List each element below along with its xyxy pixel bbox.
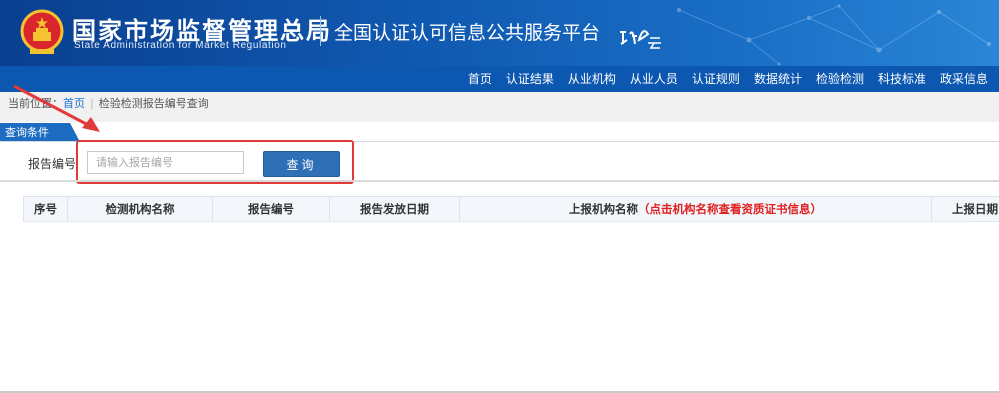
- column-header-report-date: 上报日期: [931, 196, 999, 222]
- header-divider: [320, 16, 321, 46]
- breadcrumb-prefix: 当前位置：: [8, 97, 63, 110]
- network-decoration-graphic: [677, 4, 991, 66]
- column-header-report-number: 报告编号: [212, 196, 330, 222]
- report-number-input[interactable]: [87, 151, 244, 174]
- nav-item-home[interactable]: 首页: [461, 66, 499, 92]
- results-table: 序号 检测机构名称 报告编号 报告发放日期 上报机构名称（点击机构名称查看资质证…: [23, 196, 999, 222]
- nav-item-standards[interactable]: 科技标准: [871, 66, 933, 92]
- nav-item-institutions[interactable]: 从业机构: [561, 66, 623, 92]
- platform-title: 全国认证认可信息公共服务平台: [334, 22, 601, 44]
- column-header-lab-name: 检测机构名称: [67, 196, 213, 222]
- org-name-english: State Administration for Market Regulati…: [74, 40, 287, 51]
- nav-item-procurement[interactable]: 政采信息: [933, 66, 995, 92]
- column-header-serial: 序号: [23, 196, 68, 222]
- table-bottom-border: [23, 221, 975, 222]
- site-header: 国家市场监督管理总局 State Administration for Mark…: [0, 0, 999, 66]
- reporting-org-label: 上报机构名称: [569, 202, 638, 216]
- report-number-label: 报告编号: [28, 157, 77, 171]
- renzheng-logo-icon: [620, 30, 661, 49]
- table-header-row: 序号 检测机构名称 报告编号 报告发放日期 上报机构名称（点击机构名称查看资质证…: [23, 196, 999, 222]
- breadcrumb: 当前位置：首页 | 检验检测报告编号查询: [0, 92, 999, 122]
- nav-item-cert-results[interactable]: 认证结果: [499, 66, 561, 92]
- column-header-issue-date: 报告发放日期: [329, 196, 460, 222]
- nav-item-inspection[interactable]: 检验检测: [809, 66, 871, 92]
- breadcrumb-home-link[interactable]: 首页: [63, 97, 85, 110]
- section-divider: [0, 180, 999, 182]
- column-header-reporting-org: 上报机构名称（点击机构名称查看资质证书信息）: [459, 196, 932, 222]
- nav-item-personnel[interactable]: 从业人员: [623, 66, 685, 92]
- nav-item-cert-rules[interactable]: 认证规则: [685, 66, 747, 92]
- nav-item-statistics[interactable]: 数据统计: [747, 66, 809, 92]
- breadcrumb-current: 检验检测报告编号查询: [98, 97, 209, 110]
- main-nav: 首页 认证结果 从业机构 从业人员 认证规则 数据统计 检验检测 科技标准 政采…: [0, 66, 999, 92]
- breadcrumb-separator: |: [90, 97, 94, 110]
- query-button[interactable]: 查询: [263, 151, 340, 177]
- query-tab-underline: [0, 141, 999, 142]
- query-conditions-tab: 查询条件: [0, 123, 80, 142]
- reporting-org-note: （点击机构名称查看资质证书信息）: [638, 202, 822, 216]
- national-emblem-icon: [20, 9, 64, 54]
- page: 国家市场监督管理总局 State Administration for Mark…: [0, 0, 999, 393]
